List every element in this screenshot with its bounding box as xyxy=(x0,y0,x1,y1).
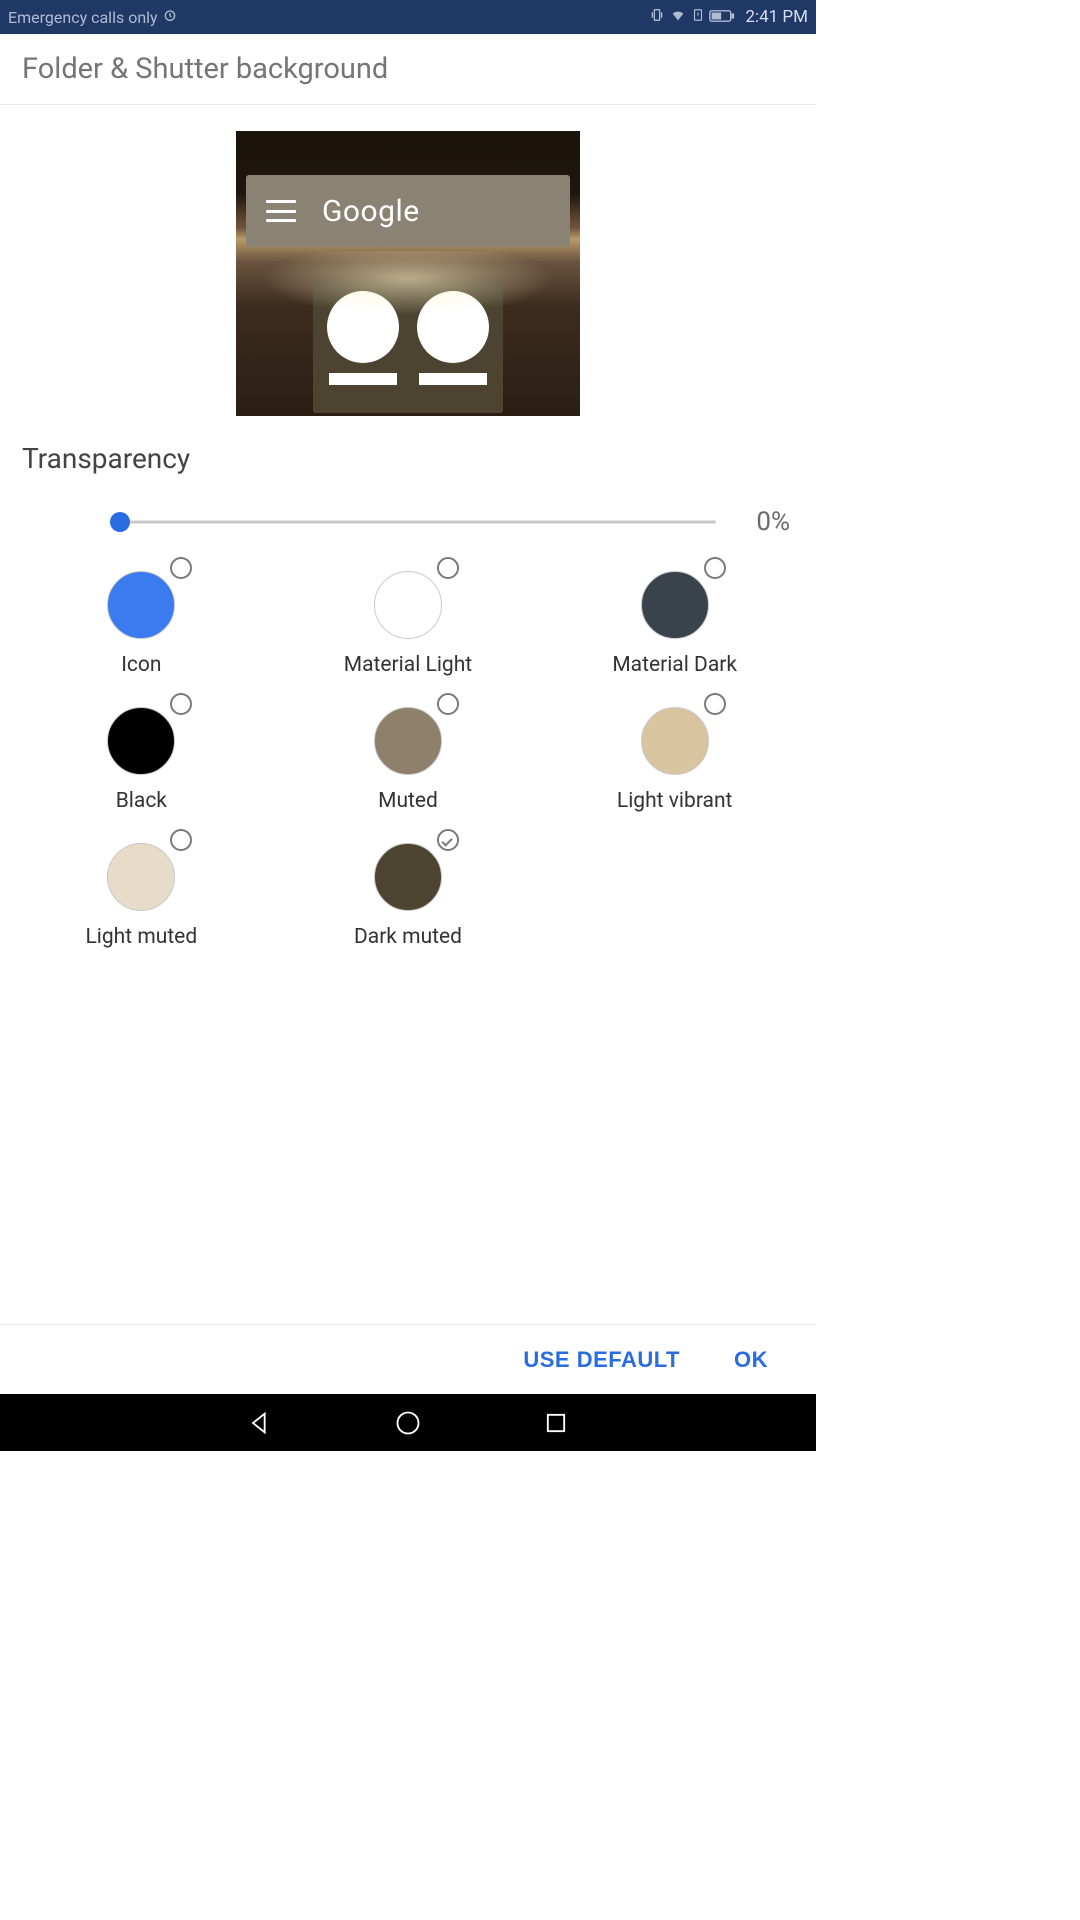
alarm-icon xyxy=(162,7,178,27)
header: Folder & Shutter background xyxy=(0,34,816,105)
network-status-text: Emergency calls only xyxy=(8,8,158,27)
preview-folder xyxy=(313,279,503,413)
radio-icon[interactable] xyxy=(437,557,459,579)
status-bar: Emergency calls only 2:41 PM xyxy=(0,0,816,34)
radio-icon[interactable] xyxy=(170,557,192,579)
color-label: Light vibrant xyxy=(617,789,733,813)
transparency-slider-row: 0% xyxy=(0,483,816,547)
vibrate-icon xyxy=(649,7,665,27)
use-default-button[interactable]: USE DEFAULT xyxy=(523,1347,680,1373)
color-swatch xyxy=(374,571,442,639)
clock-text: 2:41 PM xyxy=(745,7,808,27)
radio-icon[interactable] xyxy=(170,693,192,715)
hamburger-icon xyxy=(266,200,296,222)
color-label: Dark muted xyxy=(354,925,462,949)
color-swatch xyxy=(641,571,709,639)
color-option-light-muted[interactable]: Light muted xyxy=(8,823,275,951)
battery-icon xyxy=(709,8,735,27)
radio-icon[interactable] xyxy=(704,557,726,579)
color-swatch xyxy=(374,843,442,911)
color-option-material-light[interactable]: Material Light xyxy=(275,551,542,679)
status-right: 2:41 PM xyxy=(649,7,808,27)
nav-back-button[interactable] xyxy=(246,1409,274,1437)
page-title: Folder & Shutter background xyxy=(22,52,794,86)
wifi-icon xyxy=(669,7,687,27)
color-option-muted[interactable]: Muted xyxy=(275,687,542,815)
radio-icon[interactable] xyxy=(170,829,192,851)
status-left: Emergency calls only xyxy=(8,7,649,27)
color-option-icon[interactable]: Icon xyxy=(8,551,275,679)
color-label: Muted xyxy=(378,789,438,813)
transparency-label: Transparency xyxy=(22,442,794,475)
color-swatch xyxy=(374,707,442,775)
sim-alert-icon xyxy=(691,7,705,27)
color-grid: Icon Material Light Material Dark Black Mute… xyxy=(0,547,816,951)
color-option-dark-muted[interactable]: Dark muted xyxy=(275,823,542,951)
radio-icon[interactable] xyxy=(704,693,726,715)
radio-icon[interactable] xyxy=(437,693,459,715)
color-swatch xyxy=(107,843,175,911)
color-option-light-vibrant[interactable]: Light vibrant xyxy=(541,687,808,815)
color-swatch xyxy=(107,571,175,639)
navigation-bar xyxy=(0,1394,816,1451)
color-label: Light muted xyxy=(85,925,197,949)
nav-recent-button[interactable] xyxy=(542,1409,570,1437)
color-swatch xyxy=(641,707,709,775)
color-label: Material Light xyxy=(344,653,472,677)
color-label: Material Dark xyxy=(612,653,737,677)
slider-thumb[interactable] xyxy=(110,512,130,532)
transparency-value: 0% xyxy=(736,507,790,537)
nav-home-button[interactable] xyxy=(394,1409,422,1437)
ok-button[interactable]: OK xyxy=(734,1347,768,1373)
color-label: Black xyxy=(116,789,167,813)
dialog-footer: USE DEFAULT OK xyxy=(0,1324,816,1394)
transparency-section: Transparency xyxy=(0,430,816,483)
color-label: Icon xyxy=(121,653,161,677)
preview-search-bar: Google xyxy=(246,175,570,247)
preview-search-text: Google xyxy=(322,194,420,229)
preview-image: Google xyxy=(236,131,580,416)
color-option-material-dark[interactable]: Material Dark xyxy=(541,551,808,679)
color-swatch xyxy=(107,707,175,775)
transparency-slider[interactable] xyxy=(120,512,716,532)
preview-container: Google xyxy=(0,105,816,430)
radio-checked-icon[interactable] xyxy=(437,829,459,851)
color-option-black[interactable]: Black xyxy=(8,687,275,815)
